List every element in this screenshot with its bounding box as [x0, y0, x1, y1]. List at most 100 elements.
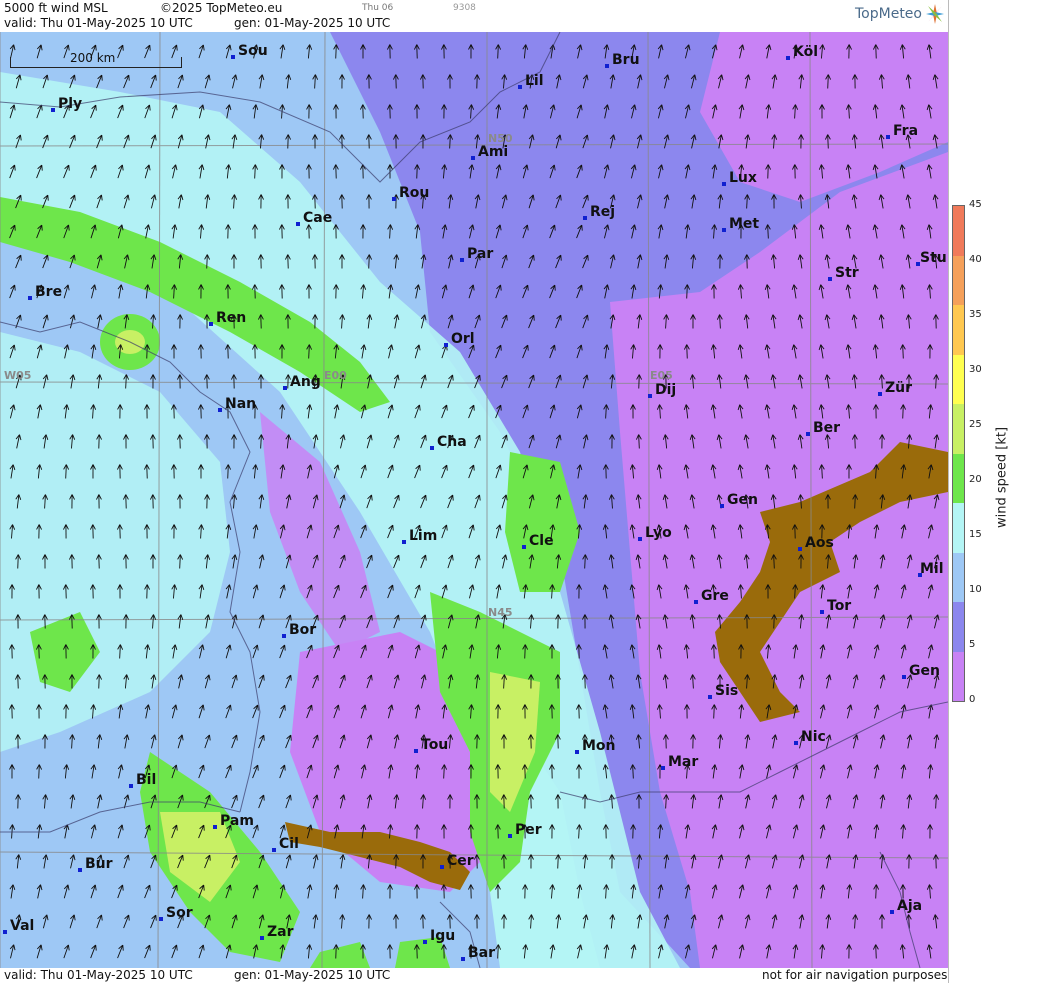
- scale-bar-label: 200 km: [70, 51, 116, 65]
- colorbar-segment: [953, 206, 964, 256]
- city-marker: [218, 408, 222, 412]
- valid-time: valid: Thu 01-May-2025 10 UTC: [4, 16, 193, 30]
- city-marker: [886, 135, 890, 139]
- city-marker: [51, 108, 55, 112]
- city-label: Ber: [813, 420, 841, 436]
- city-marker: [508, 834, 512, 838]
- city-marker: [440, 865, 444, 869]
- city-marker: [722, 182, 726, 186]
- city-marker: [28, 296, 32, 300]
- city-marker: [430, 446, 434, 450]
- city-label: Lil: [525, 73, 544, 89]
- colorbar-tick-label: 5: [969, 639, 976, 650]
- wind-map[interactable]: 200 km N50 N45 W05 E00 E05 Sou Bru Köl Lil P…: [0, 32, 948, 968]
- colorbar-segment: [953, 503, 964, 553]
- city-label: Ply: [58, 96, 83, 112]
- generated-time: gen: 01-May-2025 10 UTC: [234, 16, 391, 30]
- city-label: Pam: [220, 813, 254, 829]
- footer-bar: valid: Thu 01-May-2025 10 UTC gen: 01-Ma…: [0, 968, 948, 983]
- colorbar-tick-label: 20: [969, 474, 982, 485]
- header-bar: 5000 ft wind MSL ©2025 TopMeteo.eu Thu 0…: [0, 0, 948, 32]
- colorbar-tick-label: 0: [969, 694, 976, 705]
- city-label: Aos: [805, 535, 834, 551]
- city-marker: [78, 868, 82, 872]
- city-marker: [638, 537, 642, 541]
- city-marker: [722, 228, 726, 232]
- city-label: Sor: [166, 905, 193, 921]
- city-marker: [648, 394, 652, 398]
- city-label: Rou: [399, 185, 430, 201]
- city-marker: [694, 600, 698, 604]
- day-label: Thu 06: [362, 3, 394, 13]
- city-label: Nan: [225, 396, 257, 412]
- footer-disclaimer: not for air navigation purposes: [762, 968, 948, 982]
- city-label: Ren: [216, 310, 247, 326]
- city-label: Rej: [590, 204, 616, 220]
- city-marker: [902, 675, 906, 679]
- city-marker: [575, 750, 579, 754]
- city-label: Nic: [801, 729, 826, 745]
- city-label: Tou: [421, 737, 449, 753]
- city-marker: [720, 504, 724, 508]
- colorbar-segment: [953, 651, 964, 701]
- colorbar-title: wind speed [kt]: [994, 426, 1010, 529]
- city-label: Cha: [437, 434, 467, 450]
- city-label: Bar: [468, 945, 496, 961]
- footer-generated: gen: 01-May-2025 10 UTC: [234, 968, 391, 982]
- city-label: Tor: [827, 598, 852, 614]
- city-label: Igu: [430, 928, 456, 944]
- colorbar-segment: [953, 255, 964, 305]
- city-marker: [518, 85, 522, 89]
- city-marker: [806, 432, 810, 436]
- city-label: Zar: [267, 924, 294, 940]
- city-label: Bre: [35, 284, 63, 300]
- footer-valid: valid: Thu 01-May-2025 10 UTC: [4, 968, 193, 982]
- city-label: Par: [467, 246, 494, 262]
- city-label: Cae: [303, 210, 333, 226]
- city-marker: [159, 917, 163, 921]
- city-marker: [283, 386, 287, 390]
- colorbar-tick-label: 25: [969, 419, 982, 430]
- city-marker: [272, 848, 276, 852]
- city-marker: [820, 610, 824, 614]
- city-marker: [392, 197, 396, 201]
- colorbar-tick-label: 10: [969, 584, 982, 595]
- grid-label-e00: E00: [324, 369, 347, 382]
- city-marker: [605, 64, 609, 68]
- city-label: Bru: [612, 52, 640, 68]
- topmeteo-logo: TopMeteo: [855, 6, 922, 22]
- city-label: Stu: [920, 250, 947, 266]
- city-marker: [522, 545, 526, 549]
- city-label: Str: [835, 265, 859, 281]
- city-marker: [708, 695, 712, 699]
- city-marker: [583, 216, 587, 220]
- map-canvas: [0, 32, 948, 968]
- copyright: ©2025 TopMeteo.eu: [160, 1, 283, 15]
- grid-label-e05: E05: [650, 369, 673, 382]
- city-marker: [460, 258, 464, 262]
- colorbar-segment: [953, 354, 964, 404]
- city-label: Cil: [279, 836, 299, 852]
- grid-label-n45: N45: [488, 606, 513, 619]
- colorbar-tick-label: 15: [969, 529, 982, 540]
- city-marker: [209, 322, 213, 326]
- city-marker: [461, 957, 465, 961]
- colorbar-segment: [953, 602, 964, 652]
- colorbar-segment: [953, 453, 964, 503]
- city-marker: [231, 55, 235, 59]
- city-marker: [213, 825, 217, 829]
- grid-label-w05: W05: [4, 369, 32, 382]
- city-marker: [129, 784, 133, 788]
- colorbar: [952, 205, 965, 702]
- city-label: Per: [515, 822, 542, 838]
- city-label: Lim: [409, 528, 438, 544]
- city-label: Bor: [289, 622, 317, 638]
- city-label: Köl: [793, 44, 819, 60]
- city-marker: [786, 56, 790, 60]
- city-marker: [890, 910, 894, 914]
- city-label: Lyo: [645, 525, 672, 541]
- city-label: Met: [729, 216, 760, 232]
- city-label: Ami: [478, 144, 509, 160]
- colorbar-panel: 45 40 35 30 25 20 15 10 5 0: [948, 0, 1039, 983]
- city-label: Bur: [85, 856, 113, 872]
